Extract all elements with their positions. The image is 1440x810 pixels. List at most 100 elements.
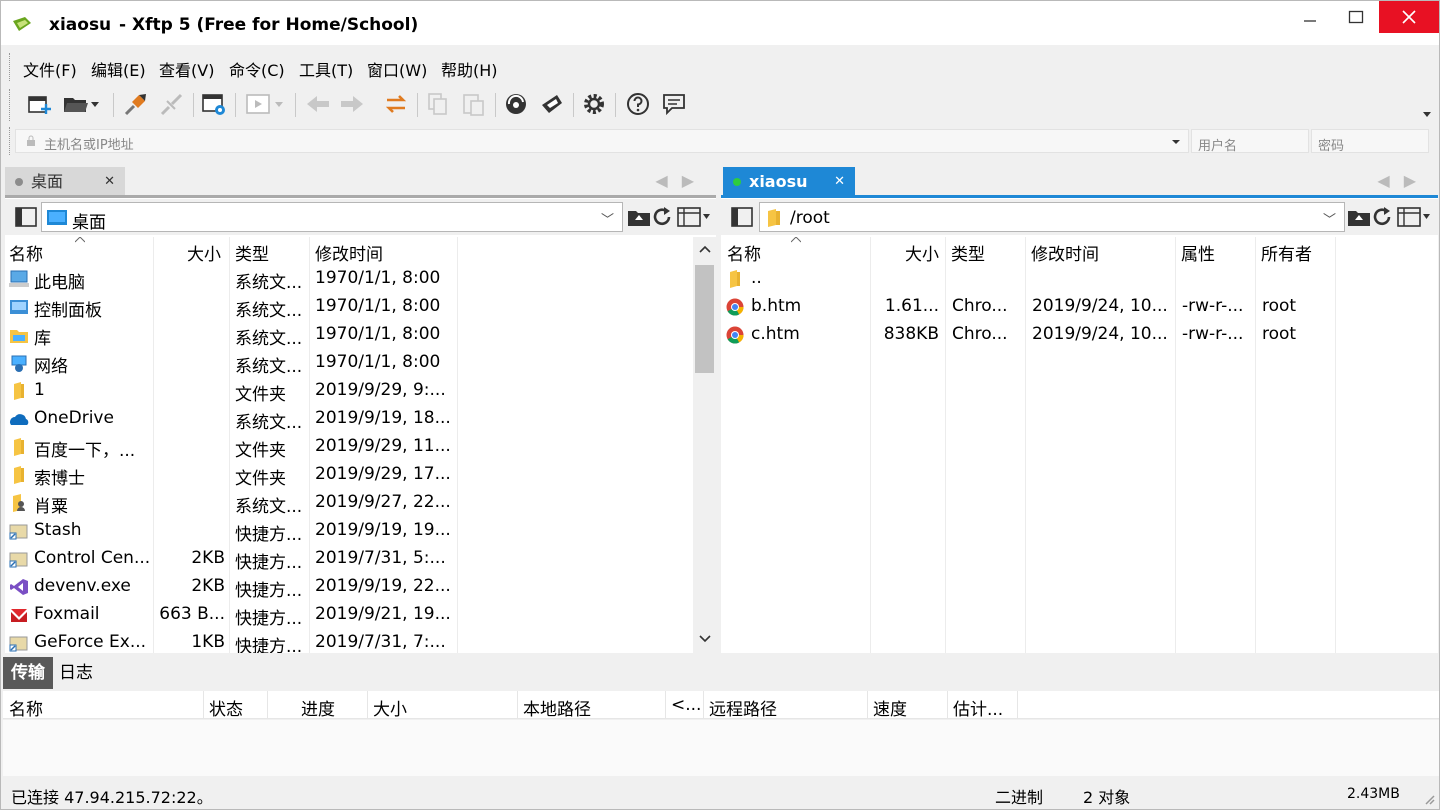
file-row[interactable]: 肖粟 系统文... 2019/9/27, 22... — [5, 489, 716, 517]
transfer-col-status[interactable]: 状态 — [209, 695, 243, 720]
menu-edit[interactable]: 编辑(E) — [91, 57, 146, 81]
tab-remote-session[interactable]: xiaosu ✕ — [723, 167, 855, 197]
help-button[interactable] — [623, 89, 653, 119]
transfer-col-eta[interactable]: 估计... — [953, 695, 1003, 720]
username-input[interactable]: 用户名 — [1191, 129, 1309, 154]
menu-help[interactable]: 帮助(H) — [441, 57, 498, 81]
file-row[interactable]: c.htm 838KB Chro... 2019/9/24, 10... -rw-r-.… — [721, 321, 1438, 349]
column-name[interactable]: 名称 — [727, 240, 761, 265]
transfer-col-speed[interactable]: 速度 — [873, 695, 907, 720]
transfer-col-progress[interactable]: 进度 — [301, 695, 335, 720]
file-row[interactable]: 库 系统文... 1970/1/1, 8:00 — [5, 321, 716, 349]
settings-button[interactable] — [579, 89, 609, 119]
file-row[interactable]: 1 文件夹 2019/9/29, 9:... — [5, 377, 716, 405]
tab-local-desktop[interactable]: 桌面 ✕ — [5, 167, 125, 197]
sync-button[interactable] — [381, 89, 411, 119]
tab-log[interactable]: 日志 — [51, 657, 101, 689]
resize-grip-icon[interactable] — [1423, 793, 1435, 805]
file-row[interactable]: GeForce Ex... 1KB 快捷方... 2019/7/31, 7:... — [5, 629, 716, 653]
scroll-up-icon[interactable] — [699, 245, 711, 253]
menu-window[interactable]: 窗口(W) — [367, 57, 427, 81]
file-row[interactable]: 控制面板 系统文... 1970/1/1, 8:00 — [5, 293, 716, 321]
local-file-list[interactable]: 名称 大小 类型 修改时间 此电脑 系统文... 1970/1/1, 8:00 控制面… — [5, 237, 716, 653]
file-owner: root — [1262, 296, 1297, 316]
dropdown-arrow-icon[interactable] — [1172, 139, 1180, 145]
column-owner[interactable]: 所有者 — [1261, 240, 1312, 265]
tab-transfers[interactable]: 传输 — [3, 657, 53, 689]
connect-button[interactable] — [121, 89, 151, 119]
scroll-down-icon[interactable] — [699, 635, 711, 643]
transfer-dropdown-button[interactable] — [271, 89, 287, 119]
tab-close-icon[interactable]: ✕ — [104, 167, 115, 197]
file-row[interactable]: 此电脑 系统文... 1970/1/1, 8:00 — [5, 265, 716, 293]
forward-button[interactable] — [337, 89, 367, 119]
transfer-button[interactable] — [243, 89, 273, 119]
column-size[interactable]: 大小 — [187, 240, 221, 265]
file-row[interactable]: Foxmail 663 B... 快捷方... 2019/9/21, 19... — [5, 601, 716, 629]
file-row[interactable]: 百度一下，... 文件夹 2019/9/29, 11... — [5, 433, 716, 461]
properties-button[interactable] — [199, 89, 229, 119]
paste-button[interactable] — [459, 89, 489, 119]
tab-scroll-arrows[interactable]: ◀▶ — [1377, 171, 1430, 190]
file-row[interactable]: Control Cen... 2KB 快捷方... 2019/7/31, 5:... — [5, 545, 716, 573]
file-row[interactable]: devenv.exe 2KB 快捷方... 2019/9/19, 22... — [5, 573, 716, 601]
maximize-button[interactable] — [1333, 1, 1379, 33]
xftp-window: xiaosu - Xftp 5 (Free for Home/School) 文… — [0, 0, 1440, 810]
new-session-button[interactable] — [25, 89, 55, 119]
transfer-col-size[interactable]: 大小 — [373, 695, 407, 720]
password-input[interactable]: 密码 — [1311, 129, 1429, 154]
back-button[interactable] — [303, 89, 333, 119]
column-mtime[interactable]: 修改时间 — [315, 240, 383, 265]
remote-path-combobox[interactable]: /root ﹀ — [759, 202, 1345, 232]
local-path-combobox[interactable]: 桌面 ﹀ — [41, 202, 623, 233]
refresh-icon[interactable] — [651, 206, 673, 228]
column-size[interactable]: 大小 — [905, 240, 939, 265]
disconnect-button[interactable] — [157, 89, 187, 119]
copy-button[interactable] — [423, 89, 453, 119]
transfer-list[interactable] — [3, 720, 1439, 776]
close-button[interactable] — [1379, 1, 1439, 33]
local-vertical-scrollbar[interactable] — [693, 237, 716, 653]
file-row[interactable]: 索博士 文件夹 2019/9/29, 17... — [5, 461, 716, 489]
file-row[interactable]: 网络 系统文... 1970/1/1, 8:00 — [5, 349, 716, 377]
view-mode-icon[interactable] — [677, 207, 711, 227]
transfer-col-local-path[interactable]: 本地路径 — [523, 695, 591, 720]
tab-close-icon[interactable]: ✕ — [834, 167, 845, 197]
chevron-down-icon[interactable]: ﹀ — [601, 209, 614, 228]
open-dropdown-button[interactable] — [87, 89, 103, 119]
host-input[interactable]: 主机名或IP地址 — [15, 129, 1189, 153]
toolbar-overflow-button[interactable] — [1419, 99, 1435, 129]
transfer-col-name[interactable]: 名称 — [9, 695, 43, 720]
menu-file[interactable]: 文件(F) — [23, 57, 77, 81]
column-type[interactable]: 类型 — [235, 240, 269, 265]
menu-command[interactable]: 命令(C) — [229, 57, 285, 81]
remote-file-list[interactable]: 名称 大小 类型 修改时间 属性 所有者 .. b.htm 1.61... Chro.… — [721, 237, 1438, 653]
file-row[interactable]: .. — [721, 265, 1438, 293]
toolbar — [1, 85, 1439, 125]
view-mode-icon[interactable] — [1397, 207, 1431, 227]
menu-tools[interactable]: 工具(T) — [299, 57, 353, 81]
toggle-tree-icon[interactable] — [15, 207, 37, 227]
menu-view[interactable]: 查看(V) — [159, 57, 214, 81]
feedback-button[interactable] — [659, 89, 689, 119]
transfer-col-remote-path[interactable]: 远程路径 — [709, 695, 777, 720]
parent-folder-icon[interactable] — [627, 207, 651, 227]
column-mtime[interactable]: 修改时间 — [1031, 240, 1099, 265]
tab-scroll-arrows[interactable]: ◀▶ — [655, 171, 708, 190]
file-row[interactable]: OneDrive 系统文... 2019/9/19, 18... — [5, 405, 716, 433]
transfer-mode[interactable]: 二进制 — [995, 784, 1043, 808]
column-name[interactable]: 名称 — [9, 240, 43, 265]
xshell-button[interactable] — [501, 89, 531, 119]
scrollbar-thumb[interactable] — [695, 265, 714, 373]
toggle-tree-icon[interactable] — [731, 207, 753, 227]
file-row[interactable]: b.htm 1.61... Chro... 2019/9/24, 10... -rw-r… — [721, 293, 1438, 321]
refresh-icon[interactable] — [1371, 206, 1393, 228]
xftp-button[interactable] — [537, 89, 567, 119]
column-attributes[interactable]: 属性 — [1181, 240, 1215, 265]
minimize-button[interactable] — [1287, 1, 1333, 33]
transfer-col-direction[interactable]: <... — [671, 695, 701, 715]
parent-folder-icon[interactable] — [1347, 207, 1371, 227]
column-type[interactable]: 类型 — [951, 240, 985, 265]
file-row[interactable]: Stash 快捷方... 2019/9/19, 19... — [5, 517, 716, 545]
chevron-down-icon[interactable]: ﹀ — [1323, 209, 1336, 228]
